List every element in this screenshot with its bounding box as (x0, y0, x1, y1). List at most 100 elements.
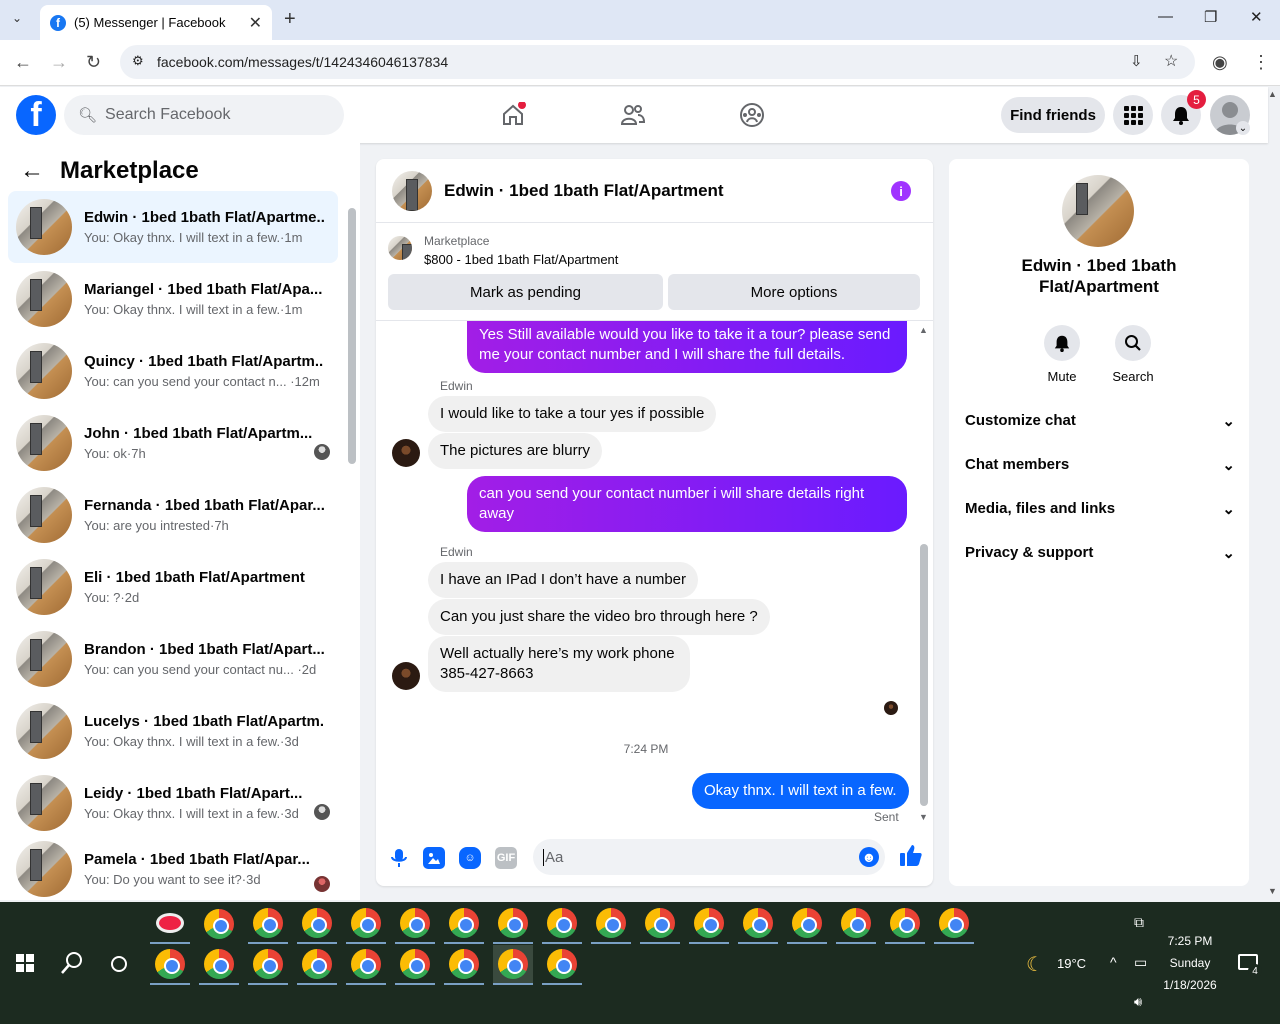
chrome-profile-icon[interactable] (444, 945, 484, 985)
privacy-support-section[interactable]: Privacy & support ⌄ (965, 544, 1235, 562)
back-arrow-icon[interactable]: ← (20, 157, 44, 185)
chrome-profile-icon[interactable] (885, 904, 925, 944)
taskbar-search-icon[interactable] (60, 951, 84, 980)
listing-title[interactable]: $800 - 1bed 1bath Flat/Apartment (424, 252, 618, 267)
outgoing-message[interactable]: Yes Still available would you like to ta… (467, 321, 907, 373)
page-scroll-down-icon[interactable]: ▼ (1268, 886, 1277, 896)
thumbs-up-icon[interactable] (899, 843, 923, 872)
clock-time[interactable]: 7:25 PM (1160, 934, 1220, 948)
chrome-profile-icon[interactable] (689, 904, 729, 944)
weather-temp[interactable]: 19°C (1057, 956, 1086, 971)
windows-start-icon[interactable] (16, 954, 34, 977)
maximize-icon[interactable]: ❐ (1204, 8, 1217, 26)
incoming-message[interactable]: I would like to take a tour yes if possi… (428, 396, 717, 432)
menu-grid-icon[interactable] (1113, 95, 1153, 135)
chrome-profile-icon[interactable] (297, 945, 337, 985)
chrome-profile-icon[interactable] (640, 904, 680, 944)
customize-chat-section[interactable]: Customize chat ⌄ (965, 412, 1235, 430)
media-files-links-section[interactable]: Media, files and links ⌄ (965, 500, 1235, 518)
page-scroll-up-icon[interactable]: ▲ (1268, 89, 1277, 99)
profile-icon[interactable]: ◉ (1212, 52, 1228, 73)
conversation-item[interactable]: Lucelys · 1bed 1bath Flat/Apartm... You: … (8, 695, 338, 767)
chrome-profile-icon[interactable] (150, 945, 190, 985)
friends-icon[interactable] (618, 101, 648, 129)
mute-button[interactable]: Mute (1032, 325, 1092, 384)
conversation-item[interactable]: Mariangel · 1bed 1bath Flat/Apa... You: O… (8, 263, 338, 335)
find-friends-button[interactable]: Find friends (1001, 97, 1105, 133)
chrome-icon[interactable] (199, 904, 239, 944)
browser-menu-icon[interactable]: ⋮ (1252, 52, 1270, 73)
incoming-message[interactable]: Can you just share the video bro through… (428, 599, 770, 635)
mark-as-pending-button[interactable]: Mark as pending (388, 274, 663, 310)
back-icon[interactable]: ← (14, 52, 32, 73)
bookmark-star-icon[interactable]: ☆ (1164, 51, 1178, 71)
conversation-item[interactable]: Edwin · 1bed 1bath Flat/Apartme... You: O… (8, 191, 338, 263)
sender-avatar[interactable] (392, 439, 420, 467)
chrome-profile-icon[interactable] (248, 904, 288, 944)
chat-scrollbar[interactable] (920, 544, 928, 806)
chrome-profile-icon[interactable] (199, 945, 239, 985)
moon-weather-icon[interactable]: ☾ (1026, 952, 1044, 977)
microphone-icon[interactable] (388, 847, 410, 869)
sender-avatar[interactable] (392, 662, 420, 690)
new-tab-icon[interactable]: + (284, 8, 296, 31)
outgoing-message[interactable]: can you send your contact number i will … (467, 476, 907, 532)
reload-icon[interactable]: ↻ (86, 52, 101, 73)
chrome-profile-icon[interactable] (444, 904, 484, 944)
chrome-profile-icon[interactable] (934, 904, 974, 944)
chrome-profile-icon[interactable] (738, 904, 778, 944)
chrome-profile-icon[interactable] (346, 904, 386, 944)
chat-members-section[interactable]: Chat members ⌄ (965, 456, 1235, 474)
browser-tab[interactable]: f (5) Messenger | Facebook ✕ (40, 5, 272, 40)
taskbar-app-icon[interactable] (150, 904, 190, 944)
network-icon[interactable]: ▭ (1134, 954, 1147, 971)
chrome-profile-icon[interactable] (542, 945, 582, 985)
chrome-profile-icon[interactable] (395, 945, 435, 985)
chrome-profile-icon[interactable] (591, 904, 631, 944)
volume-icon[interactable]: 🔊︎ (1134, 994, 1142, 1010)
conversation-item[interactable]: Leidy · 1bed 1bath Flat/Apart... You: Oka… (8, 767, 338, 839)
search-in-conversation-button[interactable]: Search (1103, 325, 1163, 384)
chat-title[interactable]: Edwin · 1bed 1bath Flat/Apartment (444, 181, 724, 201)
cortana-icon[interactable] (111, 956, 127, 972)
outgoing-message[interactable]: Okay thnx. I will text in a few. (692, 773, 909, 809)
conversation-item[interactable]: John · 1bed 1bath Flat/Apartm... You: ok·… (8, 407, 338, 479)
chrome-profile-icon-active[interactable] (493, 945, 533, 985)
facebook-logo-icon[interactable]: f (16, 95, 56, 135)
incoming-message[interactable]: The pictures are blurry (428, 433, 603, 469)
conversation-item[interactable]: Quincy · 1bed 1bath Flat/Apartm... You: c… (8, 335, 338, 407)
incoming-message[interactable]: Well actually here’s my work phone 385-4… (428, 636, 690, 692)
forward-icon[interactable]: → (50, 52, 68, 73)
search-facebook-input[interactable]: 🔍︎ Search Facebook (64, 95, 344, 135)
groups-icon[interactable] (737, 101, 767, 129)
gif-icon[interactable]: GIF (495, 847, 517, 869)
conversation-item[interactable]: Eli · 1bed 1bath Flat/Apartment You: ?·2d (8, 551, 338, 623)
chrome-profile-icon[interactable] (248, 945, 288, 985)
chrome-profile-icon[interactable] (346, 945, 386, 985)
device-icon[interactable]: ⧉ (1134, 914, 1144, 931)
scroll-up-arrow-icon[interactable]: ▲ (919, 325, 928, 335)
message-input[interactable]: Aa ☻ (533, 839, 885, 875)
sidebar-scrollbar[interactable] (348, 208, 356, 464)
conversation-item[interactable]: Fernanda · 1bed 1bath Flat/Apar... You: a… (8, 479, 338, 551)
info-icon[interactable]: i (891, 181, 911, 201)
chrome-profile-icon[interactable] (836, 904, 876, 944)
minimize-icon[interactable]: — (1158, 8, 1173, 25)
emoji-icon[interactable]: ☻ (859, 847, 879, 867)
chrome-profile-icon[interactable] (395, 904, 435, 944)
clock-day[interactable]: Sunday (1160, 956, 1220, 970)
more-options-button[interactable]: More options (668, 274, 920, 310)
chrome-profile-icon[interactable] (297, 904, 337, 944)
scroll-down-arrow-icon[interactable]: ▼ (919, 812, 928, 822)
home-icon[interactable] (498, 101, 528, 129)
photo-icon[interactable] (423, 847, 445, 869)
chrome-profile-icon[interactable] (493, 904, 533, 944)
tab-search-icon[interactable]: ⌄ (12, 11, 22, 25)
sticker-icon[interactable]: ☺ (459, 847, 481, 869)
tray-chevron-up-icon[interactable]: ^ (1110, 954, 1117, 970)
clock-date[interactable]: 1/18/2026 (1160, 978, 1220, 992)
incoming-message[interactable]: I have an IPad I don’t have a number (428, 562, 698, 598)
conversation-item[interactable]: Pamela · 1bed 1bath Flat/Apar... You: Do … (8, 839, 338, 899)
site-info-icon[interactable]: ⚙ (132, 53, 144, 69)
chrome-profile-icon[interactable] (542, 904, 582, 944)
